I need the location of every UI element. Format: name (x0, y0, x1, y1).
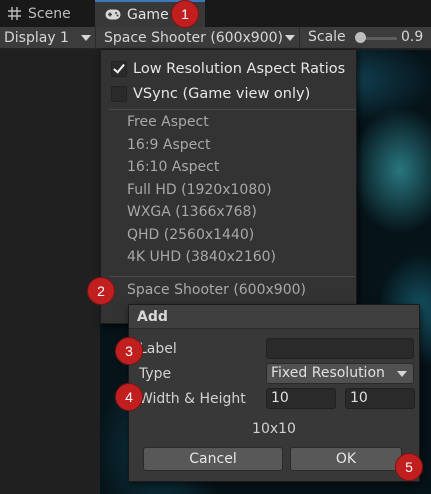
scale-slider-thumb[interactable] (355, 32, 366, 43)
callout-marker: 3 (115, 337, 143, 365)
label-input[interactable] (266, 338, 414, 359)
callout-marker: 5 (395, 453, 423, 481)
width-input[interactable]: 10 (266, 388, 336, 409)
callout-marker: 2 (87, 277, 115, 305)
dialog-title: Add (129, 305, 419, 329)
low-resolution-aspect-label: Low Resolution Aspect Ratios (133, 61, 346, 77)
vsync-label: VSync (Game view only) (133, 86, 311, 102)
chevron-down-icon (285, 35, 295, 41)
callout-marker: 4 (115, 383, 143, 411)
label-field-label: Label (139, 341, 177, 357)
chevron-down-icon (397, 371, 407, 377)
scale-value: 0.9 (401, 29, 424, 45)
menu-item-qhd[interactable]: QHD (2560x1440) (127, 227, 254, 247)
resolution-dropdown-label: Space Shooter (600x900) (104, 30, 283, 46)
grid-icon (6, 7, 22, 21)
menu-item-4k-uhd[interactable]: 4K UHD (3840x2160) (127, 249, 276, 269)
vsync-toggle[interactable]: VSync (Game view only) (111, 84, 310, 104)
resolution-menu: Low Resolution Aspect Ratios VSync (Game… (100, 49, 357, 324)
menu-divider (109, 109, 355, 110)
resolution-summary: 10x10 (252, 421, 296, 437)
tab-bar: Scene Game (0, 0, 431, 27)
checkbox[interactable] (111, 86, 127, 102)
chevron-down-icon (81, 35, 91, 41)
scale-label: Scale (308, 29, 346, 45)
game-toolbar: Display 1 Space Shooter (600x900) Scale … (0, 27, 431, 49)
type-field-label: Type (139, 366, 172, 382)
callout-marker: 1 (171, 0, 199, 28)
display-dropdown-label: Display 1 (4, 30, 69, 46)
type-dropdown-value: Fixed Resolution (271, 365, 385, 381)
menu-item-16-10-aspect[interactable]: 16:10 Aspect (127, 159, 219, 179)
menu-item-full-hd[interactable]: Full HD (1920x1080) (127, 182, 272, 202)
cancel-button[interactable]: Cancel (143, 447, 283, 471)
menu-item-free-aspect[interactable]: Free Aspect (127, 114, 209, 134)
add-resolution-dialog: Add Label Type Fixed Resolution Width & … (128, 304, 420, 482)
low-resolution-aspect-toggle[interactable]: Low Resolution Aspect Ratios (111, 59, 345, 79)
checkbox[interactable] (111, 61, 127, 77)
type-dropdown[interactable]: Fixed Resolution (266, 363, 414, 384)
size-field-label: Width & Height (139, 391, 246, 407)
tab-game-label: Game (127, 6, 169, 23)
menu-item-space-shooter[interactable]: Space Shooter (600x900) (127, 282, 306, 302)
menu-divider (109, 276, 355, 277)
menu-item-16-9-aspect[interactable]: 16:9 Aspect (127, 137, 210, 157)
menu-item-wxga[interactable]: WXGA (1366x768) (127, 204, 257, 224)
resolution-dropdown[interactable]: Space Shooter (600x900) (100, 27, 300, 49)
gamepad-icon (105, 8, 121, 22)
tab-scene[interactable]: Scene (6, 0, 81, 27)
checkmark-icon (113, 61, 125, 74)
height-input[interactable]: 10 (345, 388, 415, 409)
ok-button[interactable]: OK (290, 447, 402, 471)
display-dropdown[interactable]: Display 1 (4, 27, 96, 49)
tab-scene-label: Scene (28, 5, 71, 22)
